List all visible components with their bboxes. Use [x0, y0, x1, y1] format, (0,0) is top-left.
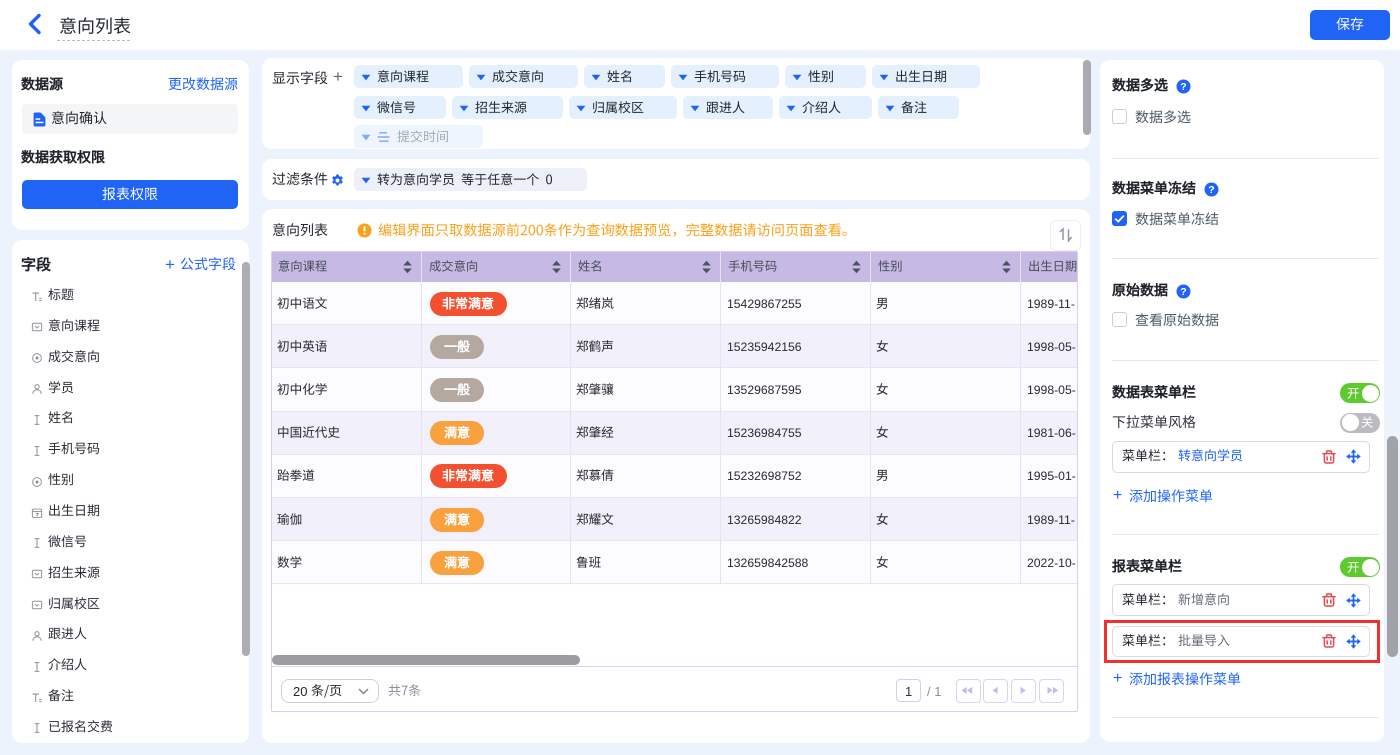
svg-text:?: ?: [1208, 184, 1214, 196]
svg-text:?: ?: [1180, 81, 1186, 93]
svg-text:?: ?: [1180, 286, 1186, 298]
